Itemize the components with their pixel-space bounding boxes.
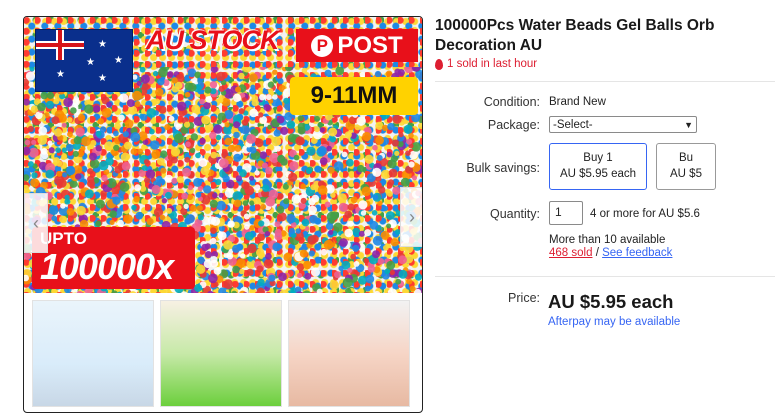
- bulk-savings-label: Bulk savings:: [440, 161, 540, 175]
- sales-feedback-row: 468 sold / See feedback: [549, 247, 672, 259]
- package-label: Package:: [440, 118, 540, 132]
- fire-icon: [435, 59, 443, 70]
- thumbnail-vase[interactable]: [160, 300, 282, 407]
- divider: [435, 81, 775, 82]
- condition-value: Brand New: [549, 96, 606, 108]
- product-title-line2: Decoration AU: [435, 36, 775, 56]
- recent-sales-text: 1 sold in last hour: [447, 58, 537, 70]
- bulk-option-2[interactable]: Bu AU $5: [656, 143, 716, 190]
- upto-label: UPTO: [40, 227, 195, 248]
- availability-text: More than 10 available: [549, 234, 665, 246]
- quantity-input[interactable]: 1: [549, 201, 583, 225]
- size-badge: 9-11MM: [290, 77, 418, 115]
- see-feedback-link[interactable]: See feedback: [602, 247, 672, 259]
- bulk-option-qty: Bu: [657, 150, 715, 166]
- previous-image-button[interactable]: ‹: [24, 193, 48, 253]
- bulk-option-price: AU $5.95 each: [550, 166, 646, 182]
- main-product-image[interactable]: ★ ★ ★ ★ ★ AU STOCK P POST 9-11MM UPTO 10…: [24, 17, 422, 293]
- bulk-option-price: AU $5: [657, 166, 715, 182]
- thumbnail-bottles[interactable]: [32, 300, 154, 407]
- condition-label: Condition:: [440, 95, 540, 109]
- sold-count-link[interactable]: 468 sold: [549, 247, 592, 259]
- bulk-option-buy-1[interactable]: Buy 1 AU $5.95 each: [549, 143, 647, 190]
- quantity-discount-note: 4 or more for AU $5.6: [590, 208, 700, 220]
- afterpay-link[interactable]: Afterpay may be available: [548, 316, 680, 328]
- recent-sales-indicator: 1 sold in last hour: [435, 58, 537, 70]
- product-image-panel: ★ ★ ★ ★ ★ AU STOCK P POST 9-11MM UPTO 10…: [23, 16, 423, 413]
- product-title-line1: 100000Pcs Water Beads Gel Balls Orb: [435, 16, 775, 36]
- australian-flag-icon: ★ ★ ★ ★ ★: [35, 29, 133, 92]
- thumbnail-hands[interactable]: [288, 300, 410, 407]
- auspost-logo-icon: P: [311, 35, 333, 57]
- bulk-option-qty: Buy 1: [550, 150, 646, 166]
- product-title: 100000Pcs Water Beads Gel Balls Orb Deco…: [435, 16, 775, 56]
- chevron-down-icon: ▼: [684, 120, 696, 130]
- au-stock-label: AU STOCK: [146, 25, 279, 56]
- separator: /: [596, 247, 599, 259]
- quantity-label: Quantity:: [440, 207, 540, 221]
- upto-count: 100000x: [40, 248, 195, 286]
- post-label: POST: [337, 32, 402, 60]
- quantity-badge: UPTO 100000x: [32, 227, 195, 289]
- price-value: AU $5.95 each: [548, 291, 673, 313]
- price-label: Price:: [440, 291, 540, 305]
- package-select-value: -Select-: [553, 119, 593, 131]
- next-image-button[interactable]: ›: [400, 187, 422, 247]
- post-badge: P POST: [296, 29, 418, 62]
- divider: [435, 276, 775, 277]
- package-select[interactable]: -Select- ▼: [549, 116, 697, 133]
